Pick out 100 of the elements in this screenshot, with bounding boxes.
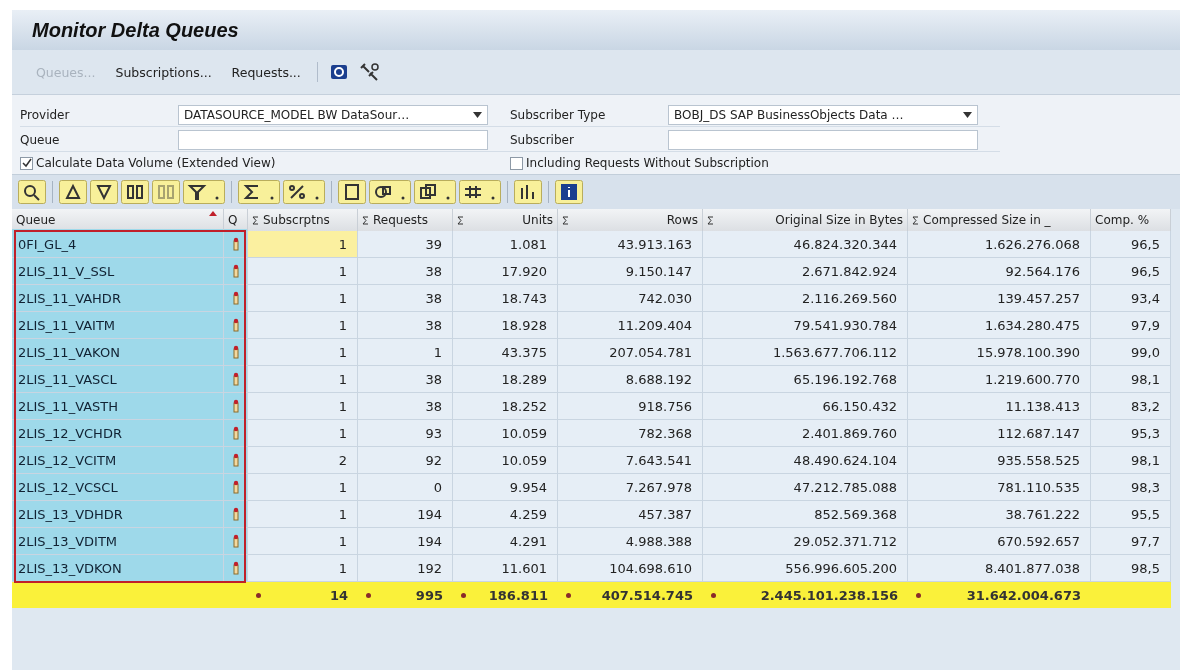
filter-icon[interactable]	[183, 180, 225, 204]
table-cell: 98,1	[1091, 366, 1171, 393]
table-cell: 92.564.176	[908, 258, 1091, 285]
total-icon	[916, 592, 921, 598]
table-cell: 1	[248, 474, 358, 501]
layout-icon[interactable]	[459, 180, 501, 204]
table-cell: 1	[248, 555, 358, 582]
column-header[interactable]: Requests	[358, 209, 453, 231]
table-cell: 4.291	[453, 528, 558, 555]
sum-icon[interactable]	[238, 180, 280, 204]
table-cell: 4.988.388	[558, 528, 703, 555]
toolbar-button[interactable]: Subscriptions...	[111, 62, 216, 82]
table-cell: 1.081	[453, 231, 558, 258]
table-cell: 670.592.657	[908, 528, 1091, 555]
total-icon	[461, 592, 466, 598]
table-cell: 1.563.677.706.112	[703, 339, 908, 366]
table-cell: 782.368	[558, 420, 703, 447]
field-label: Subscriber	[510, 133, 575, 147]
table-cell: 1	[248, 420, 358, 447]
sum-icon	[562, 215, 569, 225]
column-header[interactable]: Comp. %	[1091, 209, 1171, 231]
input-field[interactable]	[178, 130, 488, 150]
table-cell: 96,5	[1091, 258, 1171, 285]
table-cell: 43.913.163	[558, 231, 703, 258]
table-cell: 11.209.404	[558, 312, 703, 339]
input-field[interactable]	[668, 130, 978, 150]
total-icon	[566, 592, 571, 598]
table-cell: 18.743	[453, 285, 558, 312]
table-cell: 112.687.147	[908, 420, 1091, 447]
dropdown-arrow-icon	[963, 112, 972, 118]
dropdown-field[interactable]: BOBJ_DS SAP BusinessObjects Data …	[668, 105, 978, 125]
total-icon	[256, 592, 261, 598]
table-cell: 2LIS_11_VASCL	[12, 366, 224, 393]
table-cell: 99,0	[1091, 339, 1171, 366]
table-cell: 38	[358, 393, 453, 420]
checkbox[interactable]	[20, 156, 33, 170]
table-cell: 2LIS_13_VDKON	[12, 555, 224, 582]
queue-status-icon	[232, 426, 239, 440]
tools-icon[interactable]	[359, 63, 380, 81]
column-header[interactable]: Q	[224, 209, 248, 231]
table-cell: 194	[358, 501, 453, 528]
table-cell: 93	[358, 420, 453, 447]
table-cell: 46.824.320.344	[703, 231, 908, 258]
sort-descending-icon[interactable]	[90, 180, 118, 204]
column-header[interactable]: Original Size in Bytes	[703, 209, 908, 231]
table-cell: 98,5	[1091, 555, 1171, 582]
sum-icon	[457, 215, 464, 225]
table-cell: 92	[358, 447, 453, 474]
chart-icon[interactable]	[514, 180, 542, 204]
total-value: 2.445.101.238.156	[760, 587, 898, 603]
table-cell: 8.688.192	[558, 366, 703, 393]
column-header[interactable]: Compressed Size in _	[908, 209, 1091, 231]
table-cell: 2LIS_11_VAHDR	[12, 285, 224, 312]
total-value: 995	[415, 587, 443, 603]
table-cell: 38.761.222	[908, 501, 1091, 528]
toolbar-button[interactable]: Requests...	[227, 62, 305, 82]
table-cell: 11.601	[453, 555, 558, 582]
queue-status-icon	[232, 291, 239, 305]
subtotal-icon[interactable]	[283, 180, 325, 204]
table-cell: 1.219.600.770	[908, 366, 1091, 393]
table-cell: 0	[358, 474, 453, 501]
table-cell: 2LIS_12_VCITM	[12, 447, 224, 474]
table-cell: 97,9	[1091, 312, 1171, 339]
checkbox-label: Including Requests Without Subscription	[526, 156, 769, 170]
column-header[interactable]: Units	[453, 209, 558, 231]
print-icon[interactable]	[338, 180, 366, 204]
table-cell: 2LIS_12_VCHDR	[12, 420, 224, 447]
sort-ascending-icon	[209, 211, 217, 216]
table-cell: 918.756	[558, 393, 703, 420]
table-cell: 4.259	[453, 501, 558, 528]
checkbox[interactable]	[510, 156, 523, 170]
table-cell: 8.401.877.038	[908, 555, 1091, 582]
table-cell: 742.030	[558, 285, 703, 312]
info-icon[interactable]	[555, 180, 583, 204]
table-cell: 83,2	[1091, 393, 1171, 420]
field-label: Provider	[20, 108, 71, 122]
table-cell: 2LIS_11_VAITM	[12, 312, 224, 339]
table-cell: 38	[358, 258, 453, 285]
column-header[interactable]: Subscrptns	[248, 209, 358, 231]
column-header[interactable]: Queue	[12, 209, 224, 231]
table-cell: 97,7	[1091, 528, 1171, 555]
table-cell: 104.698.610	[558, 555, 703, 582]
table-cell: 65.196.192.768	[703, 366, 908, 393]
sort-ascending-icon[interactable]	[59, 180, 87, 204]
window-title: Monitor Delta Queues	[32, 18, 239, 42]
table-cell: 95,3	[1091, 420, 1171, 447]
table-cell: 38	[358, 366, 453, 393]
table-cell: 0FI_GL_4	[12, 231, 224, 258]
table-cell: 207.054.781	[558, 339, 703, 366]
details-icon[interactable]	[18, 180, 46, 204]
dropdown-field[interactable]: DATASOURCE_MODEL BW DataSour…	[178, 105, 488, 125]
queue-status-icon	[232, 399, 239, 413]
table-cell: 98,3	[1091, 474, 1171, 501]
sum-icon	[707, 215, 714, 225]
refresh-icon[interactable]	[329, 63, 348, 81]
field-label: Queue	[20, 133, 61, 147]
table-cell: 95,5	[1091, 501, 1171, 528]
table-cell: 2LIS_13_VDITM	[12, 528, 224, 555]
table-cell: 1.634.280.475	[908, 312, 1091, 339]
column-header[interactable]: Rows	[558, 209, 703, 231]
